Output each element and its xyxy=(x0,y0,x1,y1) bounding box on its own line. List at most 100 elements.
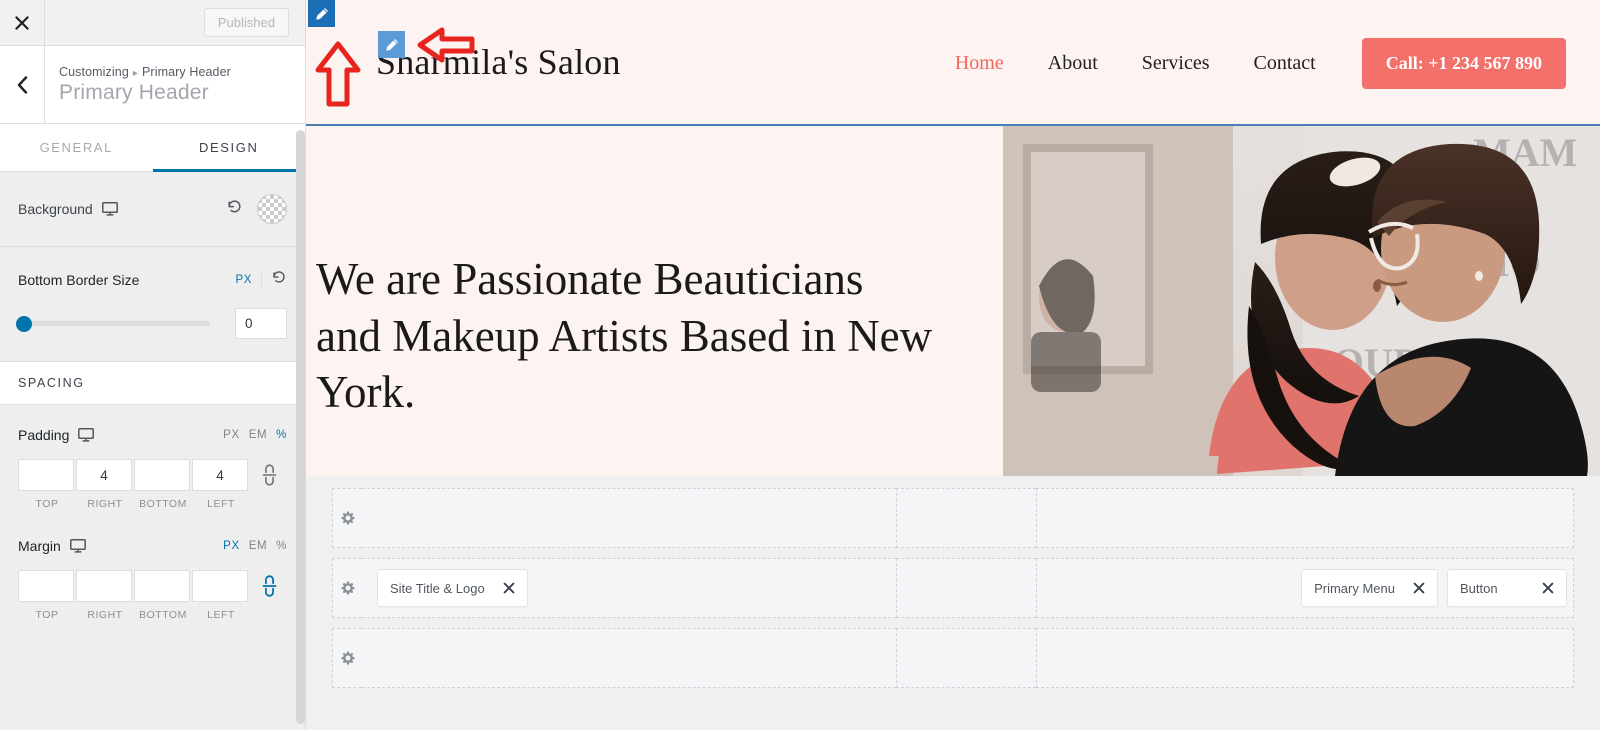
publish-button[interactable]: Published xyxy=(203,8,289,37)
margin-unit-px[interactable]: PX xyxy=(223,540,240,552)
call-cta-button[interactable]: Call: +1 234 567 890 xyxy=(1361,37,1566,89)
builder-column-center[interactable] xyxy=(896,628,1036,688)
nav-link-contact[interactable]: Contact xyxy=(1254,52,1316,75)
padding-bottom-field: BOTTOM xyxy=(134,459,192,510)
margin-right-caption: RIGHT xyxy=(87,609,123,621)
padding-right-input[interactable]: 4 xyxy=(76,459,132,491)
padding-left-caption: LEFT xyxy=(207,498,235,510)
chevron-left-icon[interactable] xyxy=(0,46,45,123)
builder-column-center[interactable] xyxy=(896,558,1036,618)
builder-item-button[interactable]: Button xyxy=(1447,569,1567,607)
desktop-icon[interactable] xyxy=(69,539,86,553)
builder-item-site-title-logo[interactable]: Site Title & Logo xyxy=(377,569,528,607)
reset-icon[interactable] xyxy=(226,198,243,220)
padding-label: Padding xyxy=(18,427,70,443)
gear-icon[interactable] xyxy=(332,628,362,688)
builder-row-primary-header: Site Title & Logo Primary Menu Button xyxy=(332,558,1574,618)
customizer-sidebar: Published Customizing ▸ Primary Header Pri… xyxy=(0,0,306,730)
breadcrumb-separator: ▸ xyxy=(132,67,138,79)
site-header: Sharmila's Salon Home About Services Con… xyxy=(306,0,1600,126)
desktop-icon[interactable] xyxy=(78,428,95,442)
background-label: Background xyxy=(18,201,93,217)
bottom-border-slider[interactable] xyxy=(16,315,210,332)
tab-design[interactable]: DESIGN xyxy=(152,124,305,172)
nav-link-home[interactable]: Home xyxy=(955,52,1004,75)
builder-column-right[interactable] xyxy=(1036,628,1574,688)
margin-bottom-caption: BOTTOM xyxy=(139,609,187,621)
margin-top-input[interactable] xyxy=(18,570,74,602)
builder-column-left[interactable] xyxy=(362,628,896,688)
margin-unit-em[interactable]: EM xyxy=(249,540,267,552)
sidebar-scrollbar[interactable] xyxy=(296,130,305,724)
panel-header: Customizing ▸ Primary Header Primary Heade… xyxy=(0,46,305,124)
breadcrumb-root[interactable]: Customizing xyxy=(59,65,129,79)
padding-left-field: 4 LEFT xyxy=(192,459,250,510)
margin-right-field: RIGHT xyxy=(76,570,134,621)
tab-general[interactable]: GENERAL xyxy=(0,124,153,171)
builder-column-center[interactable] xyxy=(896,488,1036,548)
hero-heading: We are Passionate Beauticians and Makeup… xyxy=(316,254,933,418)
nav-link-services[interactable]: Services xyxy=(1142,52,1210,75)
link-unlinked-icon[interactable] xyxy=(262,464,277,486)
close-icon[interactable] xyxy=(1542,582,1554,594)
builder-column-left[interactable]: Site Title & Logo xyxy=(362,558,896,618)
padding-unit-em[interactable]: EM xyxy=(249,429,267,441)
spacing-section-title: SPACING xyxy=(0,361,305,405)
builder-column-right[interactable]: Primary Menu Button xyxy=(1036,558,1574,618)
background-control: Background xyxy=(0,172,305,246)
site-preview: Sharmila's Salon Home About Services Con… xyxy=(306,0,1600,730)
close-icon[interactable] xyxy=(503,582,515,594)
margin-right-input[interactable] xyxy=(76,570,132,602)
edit-pencil-site-title-icon[interactable] xyxy=(378,31,405,58)
margin-top-field: TOP xyxy=(18,570,76,621)
builder-column-left[interactable] xyxy=(362,488,896,548)
padding-inputs: TOP 4 RIGHT BOTTOM 4 LEFT xyxy=(18,459,287,510)
page-title: Primary Header xyxy=(59,80,209,104)
padding-bottom-input[interactable] xyxy=(134,459,190,491)
breadcrumb-current: Primary Header xyxy=(142,64,231,79)
padding-top-input[interactable] xyxy=(18,459,74,491)
close-icon[interactable] xyxy=(0,0,45,45)
builder-item-label: Primary Menu xyxy=(1314,580,1395,596)
builder-item-label: Site Title & Logo xyxy=(390,580,485,596)
padding-left-input[interactable]: 4 xyxy=(192,459,248,491)
site-title[interactable]: Sharmila's Salon xyxy=(376,41,621,83)
padding-right-field: 4 RIGHT xyxy=(76,459,134,510)
margin-label: Margin xyxy=(18,538,61,554)
customizer-screen: Published Customizing ▸ Primary Header Pri… xyxy=(0,0,1600,730)
bottom-border-size-control: Bottom Border Size PX 0 xyxy=(0,247,305,361)
gear-icon[interactable] xyxy=(332,558,362,618)
primary-navigation: Home About Services Contact Call: +1 234… xyxy=(933,0,1590,126)
padding-unit-px[interactable]: PX xyxy=(223,429,240,441)
margin-label-group: Margin xyxy=(18,538,86,554)
builder-row-below-header xyxy=(332,628,1574,688)
margin-unit-percent[interactable]: % xyxy=(276,540,287,552)
panel-tabs: GENERAL DESIGN xyxy=(0,124,305,172)
bottom-border-slider-row: 0 xyxy=(16,308,287,339)
builder-row-above-header xyxy=(332,488,1574,548)
close-icon[interactable] xyxy=(1413,582,1425,594)
transparent-color-swatch[interactable] xyxy=(257,194,287,224)
bottom-border-unit-group: PX xyxy=(235,269,287,290)
builder-item-primary-menu[interactable]: Primary Menu xyxy=(1301,569,1438,607)
breadcrumb: Customizing ▸ Primary Header xyxy=(59,65,231,79)
unit-px[interactable]: PX xyxy=(235,274,252,286)
panel-body: Background Bottom Border Size PX 0 SPACI… xyxy=(0,172,305,621)
edit-pencil-header-icon[interactable] xyxy=(308,0,335,27)
desktop-icon[interactable] xyxy=(101,202,118,216)
gear-icon[interactable] xyxy=(332,488,362,548)
bottom-border-input[interactable]: 0 xyxy=(235,308,287,339)
margin-bottom-input[interactable] xyxy=(134,570,190,602)
builder-column-right[interactable] xyxy=(1036,488,1574,548)
slider-thumb[interactable] xyxy=(16,315,32,332)
margin-left-field: LEFT xyxy=(192,570,250,621)
link-linked-icon[interactable] xyxy=(262,575,277,597)
margin-left-input[interactable] xyxy=(192,570,248,602)
reset-icon[interactable] xyxy=(271,269,287,290)
margin-control: Margin PX EM % TOP RIGHT BOTTOM LEFT xyxy=(0,510,305,621)
padding-unit-percent[interactable]: % xyxy=(276,429,287,441)
panel-header-text: Customizing ▸ Primary Header Primary Heade… xyxy=(45,65,231,105)
nav-link-about[interactable]: About xyxy=(1048,52,1098,75)
background-label-group: Background xyxy=(18,201,118,217)
padding-label-group: Padding xyxy=(18,427,95,443)
